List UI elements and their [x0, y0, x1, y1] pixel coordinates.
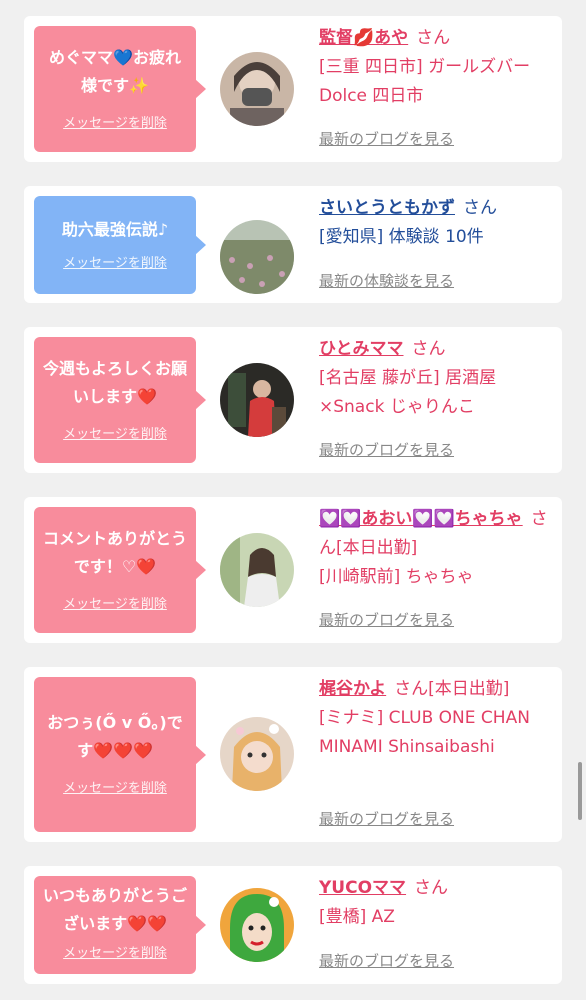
- message-card: 今週もよろしくお願いします❤️ メッセージを削除 ひとみママ さん [名古屋 藤が…: [24, 327, 562, 473]
- user-info: 💟💟あおい💟💟ちゃちゃ さん[本日出勤] [川崎駅前] ちゃちゃ: [319, 505, 551, 592]
- user-name-link[interactable]: YUCOママ: [319, 878, 406, 898]
- user-info: さいとうともかず さん [愛知県] 体験談 10件: [319, 194, 551, 252]
- user-name-link[interactable]: ひとみママ: [319, 339, 404, 359]
- user-name-link[interactable]: 監督💋あや: [319, 28, 408, 48]
- delete-message-link[interactable]: メッセージを削除: [42, 777, 188, 796]
- avatar[interactable]: [220, 363, 294, 437]
- delete-message-link[interactable]: メッセージを削除: [42, 252, 188, 271]
- delete-message-link[interactable]: メッセージを削除: [42, 112, 188, 131]
- user-info: 梶谷かよ さん[本日出勤] [ミナミ] CLUB ONE CHAN MINAMI …: [319, 675, 551, 762]
- honorific: さん: [411, 339, 446, 359]
- delete-message-link[interactable]: メッセージを削除: [42, 423, 188, 442]
- review-info: [愛知県] 体験談 10件: [319, 227, 484, 247]
- honorific: さん: [414, 878, 449, 898]
- message-card: 助六最強伝説♪ メッセージを削除 さいとうともかず さん [愛知県] 体験談 10…: [24, 186, 562, 303]
- delete-message-link[interactable]: メッセージを削除: [42, 593, 188, 612]
- message-bubble: めぐママ💙お疲れ様です✨ メッセージを削除: [34, 26, 206, 152]
- message-text: おつぅ(Ő v Ő。)です❤️❤️❤️: [47, 713, 183, 760]
- latest-review-link[interactable]: 最新の体験談を見る: [319, 270, 454, 291]
- delete-message-link[interactable]: メッセージを削除: [42, 942, 188, 961]
- shop-info: [ミナミ] CLUB ONE CHAN MINAMI Shinsaibashi: [319, 708, 530, 757]
- shop-info: [名古屋 藤が丘] 居酒屋×Snack じゃりんこ: [319, 368, 497, 417]
- honorific: さん: [463, 198, 497, 218]
- avatar[interactable]: [220, 220, 294, 294]
- message-bubble: 今週もよろしくお願いします❤️ メッセージを削除: [34, 337, 206, 463]
- message-bubble: 助六最強伝説♪ メッセージを削除: [34, 196, 206, 294]
- shop-info: [豊橋] AZ: [319, 907, 395, 927]
- user-info: ひとみママ さん [名古屋 藤が丘] 居酒屋×Snack じゃりんこ: [319, 335, 551, 422]
- scrollbar[interactable]: [578, 762, 582, 820]
- message-card: めぐママ💙お疲れ様です✨ メッセージを削除 監督💋あや さん [三重 四日市] ガ…: [24, 16, 562, 162]
- message-bubble: コメントありがとうです！♡❤️ メッセージを削除: [34, 507, 206, 633]
- message-card: おつぅ(Ő v Ő。)です❤️❤️❤️ メッセージを削除 梶谷かよ さん[本日出勤…: [24, 667, 562, 842]
- user-name-link[interactable]: 💟💟あおい💟💟ちゃちゃ: [319, 509, 523, 529]
- user-name-link[interactable]: 梶谷かよ: [319, 679, 386, 699]
- message-list: めぐママ💙お疲れ様です✨ メッセージを削除 監督💋あや さん [三重 四日市] ガ…: [0, 0, 586, 1000]
- message-text: コメントありがとうです！♡❤️: [42, 529, 187, 576]
- message-bubble: いつもありがとうございます❤️❤️ メッセージを削除: [34, 876, 206, 974]
- message-bubble: おつぅ(Ő v Ő。)です❤️❤️❤️ メッセージを削除: [34, 677, 206, 832]
- user-info: 監督💋あや さん [三重 四日市] ガールズバー Dolce 四日市: [319, 24, 551, 111]
- message-text: 助六最強伝説♪: [61, 220, 169, 239]
- latest-blog-link[interactable]: 最新のブログを見る: [319, 950, 454, 971]
- latest-blog-link[interactable]: 最新のブログを見る: [319, 439, 454, 460]
- message-text: めぐママ💙お疲れ様です✨: [49, 48, 181, 95]
- latest-blog-link[interactable]: 最新のブログを見る: [319, 609, 454, 630]
- avatar[interactable]: [220, 717, 294, 791]
- latest-blog-link[interactable]: 最新のブログを見る: [319, 128, 454, 149]
- message-text: 今週もよろしくお願いします❤️: [42, 359, 187, 406]
- user-info: YUCOママ さん [豊橋] AZ: [319, 874, 551, 932]
- message-card: コメントありがとうです！♡❤️ メッセージを削除 💟💟あおい💟💟ちゃちゃ さん[本…: [24, 497, 562, 643]
- avatar[interactable]: [220, 52, 294, 126]
- shop-info: [三重 四日市] ガールズバー Dolce 四日市: [319, 57, 531, 106]
- user-name-link[interactable]: さいとうともかず: [319, 198, 455, 218]
- message-card: いつもありがとうございます❤️❤️ メッセージを削除 YUCOママ さん [豊橋]…: [24, 866, 562, 984]
- shop-info: [川崎駅前] ちゃちゃ: [319, 567, 474, 587]
- avatar[interactable]: [220, 888, 294, 962]
- message-text: いつもありがとうございます❤️❤️: [42, 886, 187, 933]
- latest-blog-link[interactable]: 最新のブログを見る: [319, 808, 454, 829]
- avatar[interactable]: [220, 533, 294, 607]
- honorific: さん: [416, 28, 451, 48]
- honorific: さん[本日出勤]: [394, 679, 510, 699]
